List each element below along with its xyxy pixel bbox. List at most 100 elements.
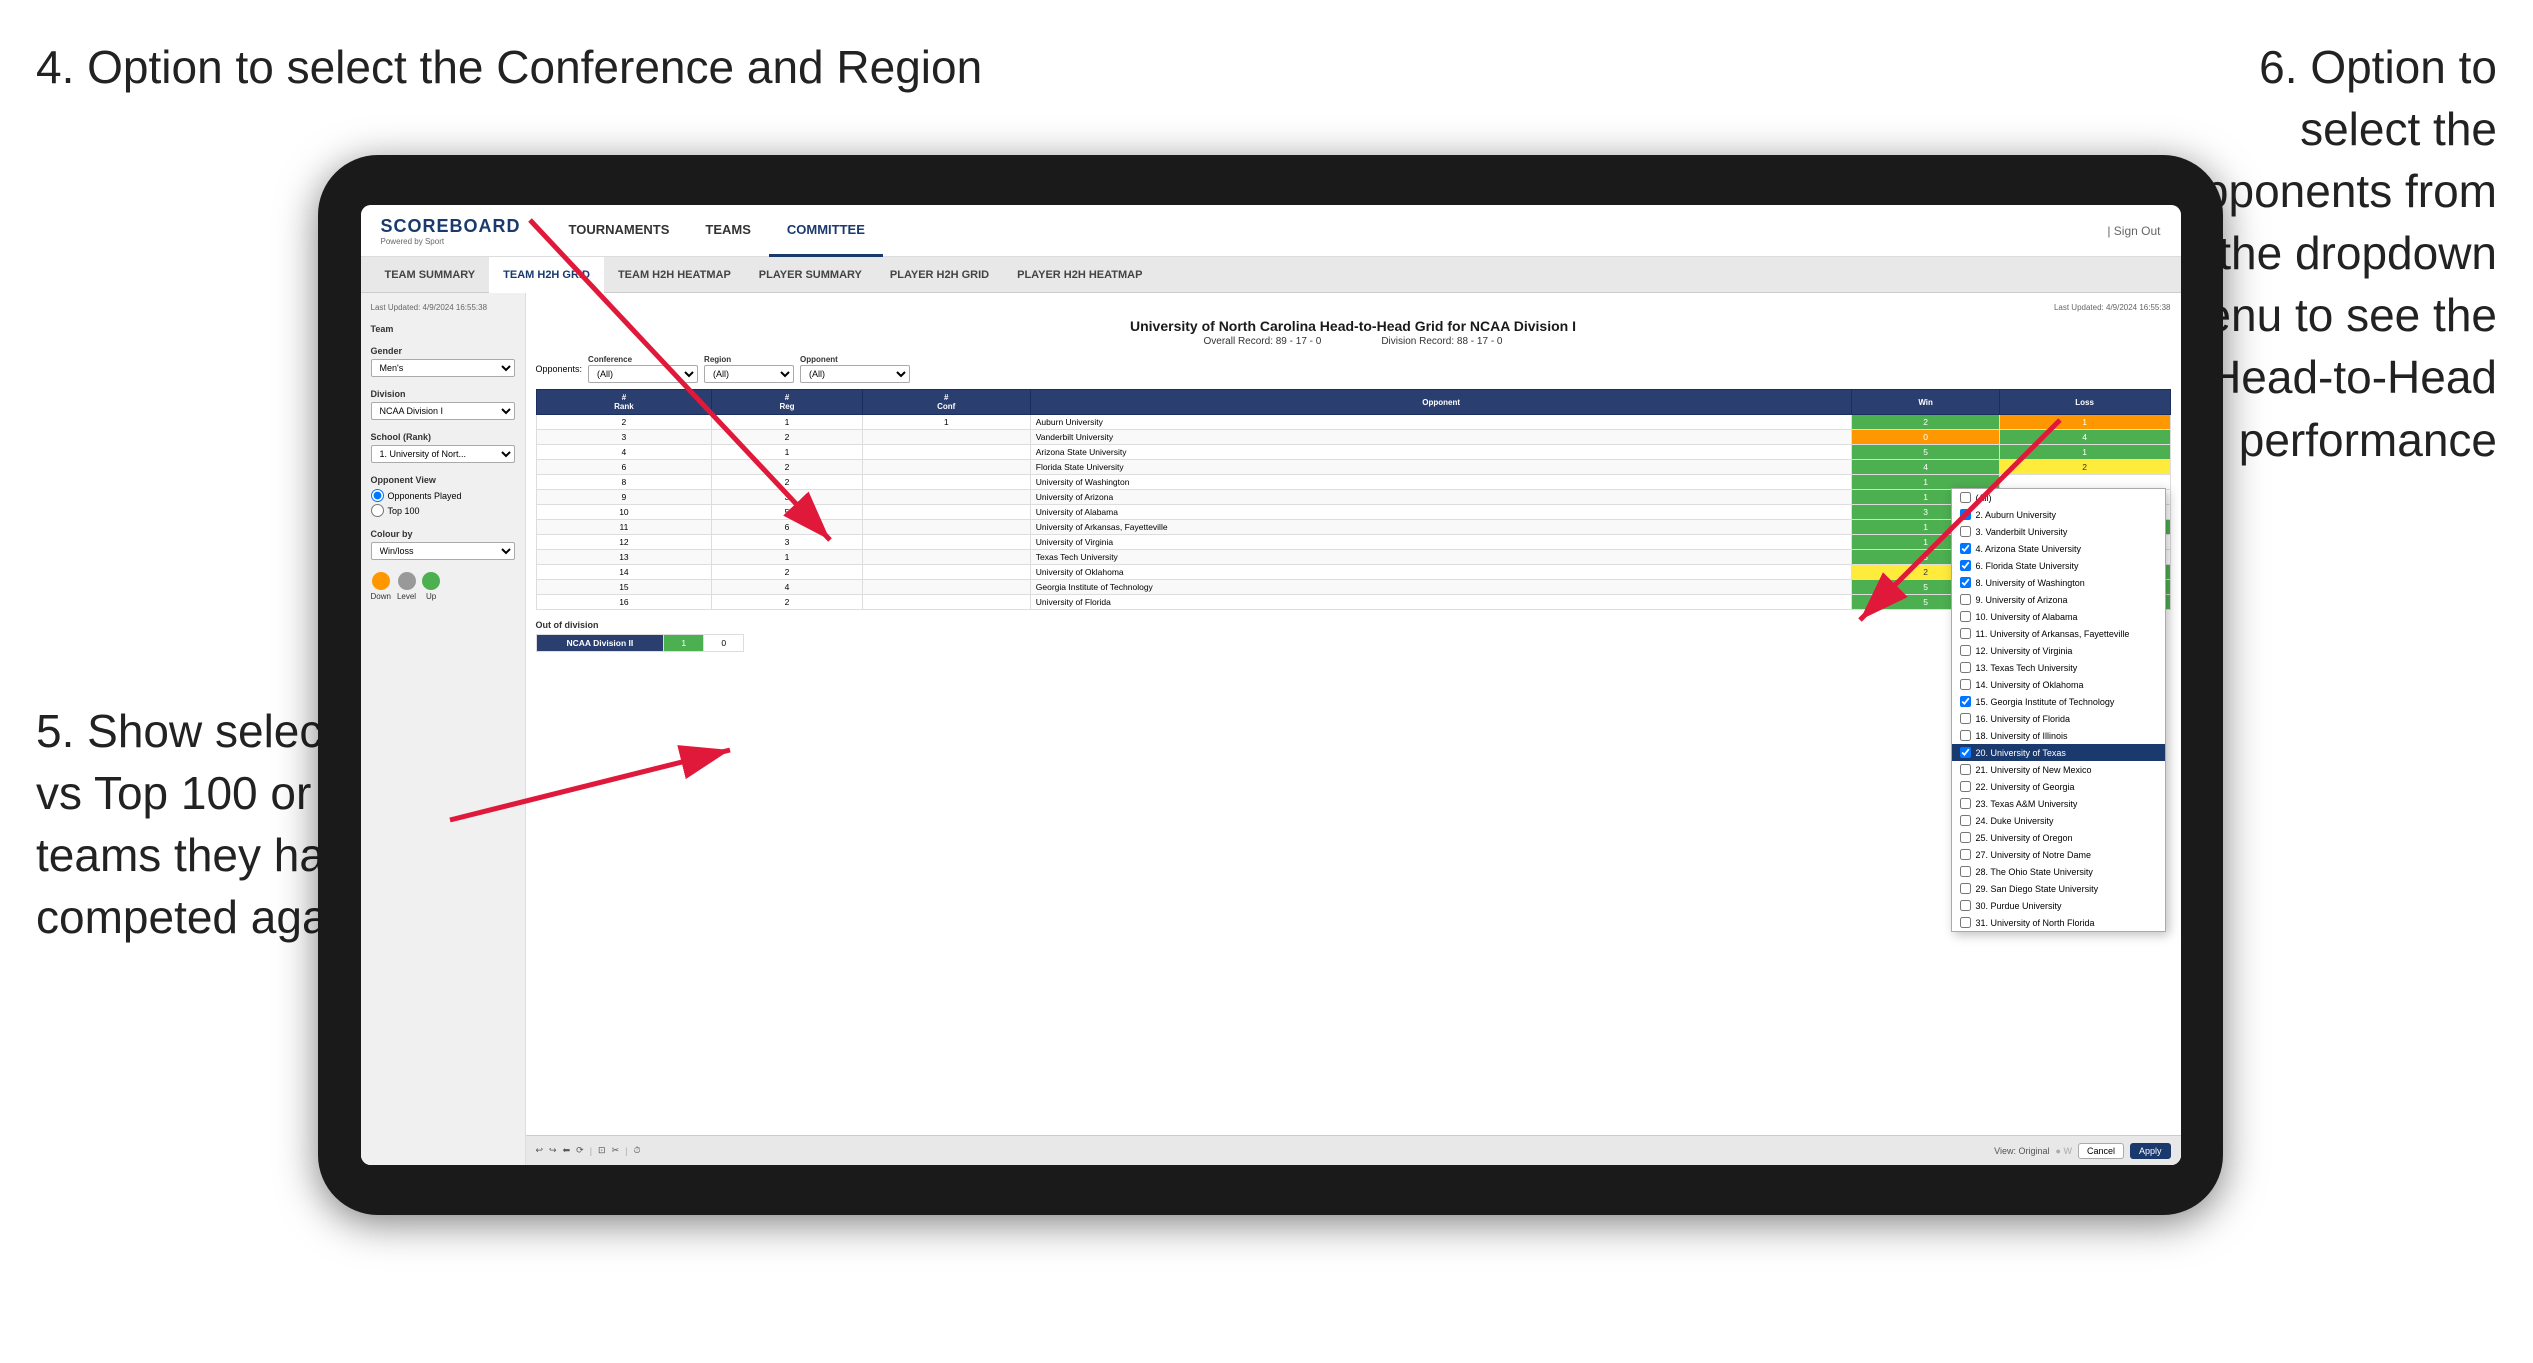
annotation-top-left: 4. Option to select the Conference and R… [36, 36, 982, 98]
dropdown-item[interactable]: 21. University of New Mexico [1952, 761, 2165, 778]
region-select[interactable]: (All) [704, 365, 794, 383]
dropdown-item[interactable]: 10. University of Alabama [1952, 608, 2165, 625]
dropdown-item[interactable]: 30. Purdue University [1952, 897, 2165, 914]
dropdown-item[interactable]: 6. Florida State University [1952, 557, 2165, 574]
nav-item-tournaments[interactable]: TOURNAMENTS [551, 205, 688, 257]
dropdown-item[interactable]: 13. Texas Tech University [1952, 659, 2165, 676]
row-reg: 2 [712, 460, 862, 475]
nav-item-teams[interactable]: TEAMS [687, 205, 769, 257]
dropdown-item[interactable]: 28. The Ohio State University [1952, 863, 2165, 880]
toolbar-clock[interactable]: ⏱ [633, 1145, 640, 1156]
dropdown-item[interactable]: 29. San Diego State University [1952, 880, 2165, 897]
sub-nav-team-h2h-grid[interactable]: TEAM H2H GRID [489, 257, 604, 293]
row-rank: 14 [536, 565, 712, 580]
toolbar-cut[interactable]: ✂ [612, 1145, 620, 1156]
col-conf: #Conf [862, 390, 1030, 415]
dropdown-item[interactable]: 31. University of North Florida [1952, 914, 2165, 931]
dropdown-item[interactable]: 20. University of Texas [1952, 744, 2165, 761]
dropdown-item[interactable]: 27. University of Notre Dame [1952, 846, 2165, 863]
opponent-filter-label: Opponent [800, 355, 910, 364]
conference-filter-label: Conference [588, 355, 698, 364]
opponent-view-radio-group: Opponents Played Top 100 [371, 489, 515, 517]
nav-sign-out[interactable]: | Sign Out [2107, 224, 2160, 238]
row-reg: 2 [712, 595, 862, 610]
row-reg: 1 [712, 445, 862, 460]
dropdown-item[interactable]: 4. Arizona State University [1952, 540, 2165, 557]
col-loss: Loss [1999, 390, 2170, 415]
out-of-division-table: NCAA Division II 1 0 [536, 634, 745, 652]
row-rank: 2 [536, 415, 712, 430]
legend-down-dot [372, 572, 390, 590]
sub-nav-player-h2h-heatmap[interactable]: PLAYER H2H HEATMAP [1003, 257, 1156, 293]
dropdown-item[interactable]: (All) [1952, 489, 2165, 506]
toolbar-back[interactable]: ⬅ [563, 1145, 571, 1156]
dropdown-item[interactable]: 14. University of Oklahoma [1952, 676, 2165, 693]
dropdown-item[interactable]: 12. University of Virginia [1952, 642, 2165, 659]
row-opponent: Texas Tech University [1030, 550, 1852, 565]
sub-nav-team-h2h-heatmap[interactable]: TEAM H2H HEATMAP [604, 257, 745, 293]
gender-select[interactable]: Men's [371, 359, 515, 377]
dropdown-item[interactable]: 8. University of Washington [1952, 574, 2165, 591]
left-panel: Last Updated: 4/9/2024 16:55:38 Team Gen… [361, 293, 526, 1165]
dropdown-item[interactable]: 16. University of Florida [1952, 710, 2165, 727]
row-loss: 1 [1999, 445, 2170, 460]
dropdown-item[interactable]: 24. Duke University [1952, 812, 2165, 829]
school-label: School (Rank) [371, 432, 515, 442]
division-record: Division Record: 88 - 17 - 0 [1381, 336, 1502, 347]
cancel-button[interactable]: Cancel [2078, 1143, 2124, 1159]
division-select[interactable]: NCAA Division I [371, 402, 515, 420]
toolbar-copy[interactable]: ⊡ [598, 1145, 606, 1156]
team-label: Team [371, 324, 515, 334]
row-rank: 13 [536, 550, 712, 565]
toolbar-redo[interactable]: ↪ [549, 1145, 557, 1156]
colour-by-select[interactable]: Win/loss [371, 542, 515, 560]
col-win: Win [1852, 390, 1999, 415]
row-opponent: Florida State University [1030, 460, 1852, 475]
nav-item-committee[interactable]: COMMITTEE [769, 205, 883, 257]
row-reg: 3 [712, 490, 862, 505]
legend-level-dot [398, 572, 416, 590]
out-of-division-label: Out of division [536, 620, 2171, 630]
toolbar-undo[interactable]: ↩ [536, 1145, 544, 1156]
dropdown-item[interactable]: 18. University of Illinois [1952, 727, 2165, 744]
row-rank: 6 [536, 460, 712, 475]
sub-nav-player-h2h-grid[interactable]: PLAYER H2H GRID [876, 257, 1003, 293]
radio-opponents-played[interactable]: Opponents Played [371, 489, 515, 502]
col-opponent: Opponent [1030, 390, 1852, 415]
dropdown-item[interactable]: 9. University of Arizona [1952, 591, 2165, 608]
dropdown-item[interactable]: 3. Vanderbilt University [1952, 523, 2165, 540]
dropdown-item[interactable]: 2. Auburn University [1952, 506, 2165, 523]
row-conf [862, 565, 1030, 580]
filter-row: Opponents: Conference (All) Region (All)… [536, 355, 2171, 383]
legend-area: Down Level Up [371, 572, 515, 601]
toolbar-refresh[interactable]: ⟳ [576, 1145, 584, 1156]
region-filter-label: Region [704, 355, 794, 364]
sub-nav-player-summary[interactable]: PLAYER SUMMARY [745, 257, 876, 293]
grid-records: Overall Record: 89 - 17 - 0 Division Rec… [536, 336, 2171, 347]
grid-update-line: Last Updated: 4/9/2024 16:55:38 [536, 303, 2171, 312]
dropdown-item[interactable]: 25. University of Oregon [1952, 829, 2165, 846]
row-reg: 6 [712, 520, 862, 535]
dropdown-item[interactable]: 11. University of Arkansas, Fayetteville [1952, 625, 2165, 642]
apply-button[interactable]: Apply [2130, 1143, 2171, 1159]
row-opponent: University of Florida [1030, 595, 1852, 610]
dropdown-item[interactable]: 23. Texas A&M University [1952, 795, 2165, 812]
h2h-table: #Rank #Reg #Conf Opponent Win Loss 2 1 1… [536, 389, 2171, 610]
opponent-filter-group: Opponent (All) [800, 355, 910, 383]
row-conf [862, 505, 1030, 520]
legend-level-label: Level [397, 592, 416, 601]
gender-label: Gender [371, 346, 515, 356]
sub-nav-team-summary[interactable]: TEAM SUMMARY [371, 257, 490, 293]
school-select[interactable]: 1. University of Nort... [371, 445, 515, 463]
toolbar-bar: ↩ ↪ ⬅ ⟳ | ⊡ ✂ | ⏱ View: Original ● W Can… [526, 1135, 2181, 1165]
row-rank: 9 [536, 490, 712, 505]
opponent-select[interactable]: (All) [800, 365, 910, 383]
row-rank: 15 [536, 580, 712, 595]
radio-top100[interactable]: Top 100 [371, 504, 515, 517]
overall-record: Overall Record: 89 - 17 - 0 [1204, 336, 1322, 347]
conference-select[interactable]: (All) [588, 365, 698, 383]
row-conf [862, 595, 1030, 610]
dropdown-item[interactable]: 15. Georgia Institute of Technology [1952, 693, 2165, 710]
row-win: 2 [1852, 415, 1999, 430]
dropdown-item[interactable]: 22. University of Georgia [1952, 778, 2165, 795]
